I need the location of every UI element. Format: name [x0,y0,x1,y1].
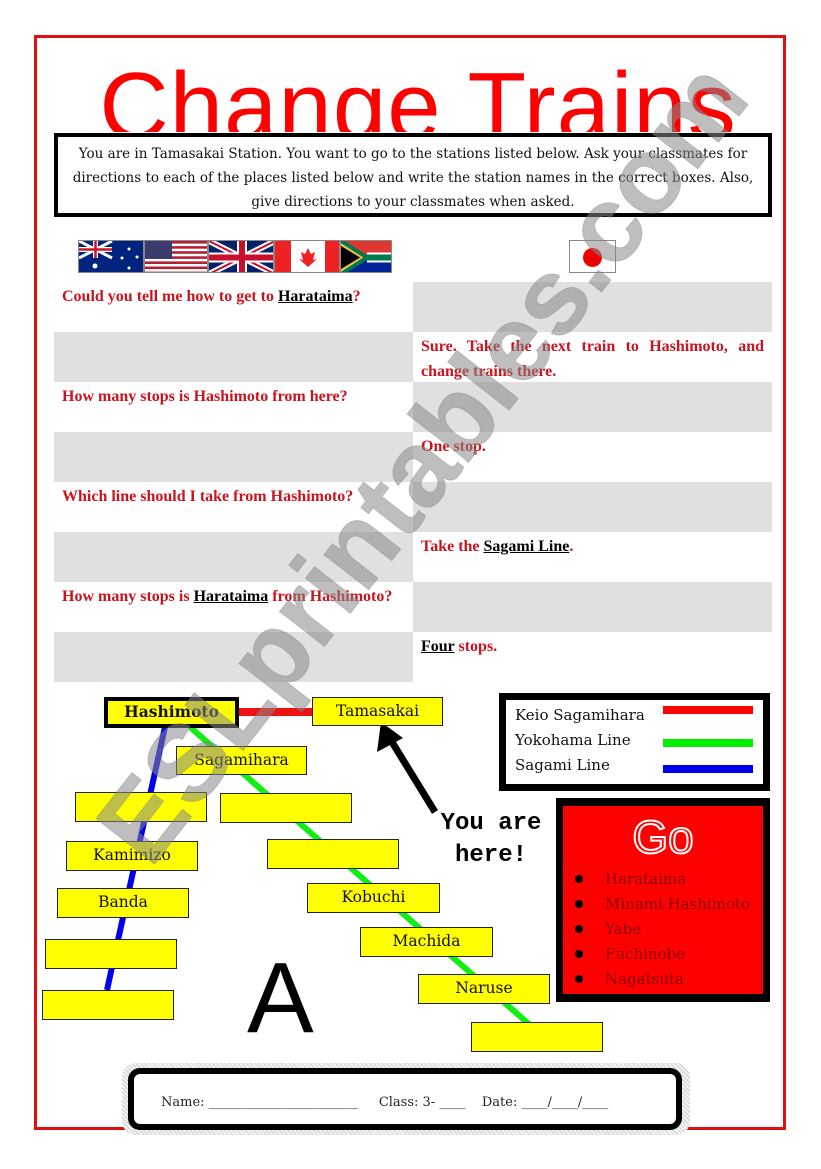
legend-label-keio: Keio Sagamihara [515,706,645,724]
destination-item: Harataima [575,866,750,891]
legend-swatch-keio [663,706,753,714]
destination-name: Nagatsuta [605,969,684,988]
destination-item: Fuchinobe [575,941,750,966]
station-blank-sagami-1[interactable] [75,792,207,822]
legend-label-yokohama: Yokohama Line [515,731,631,749]
station-blank-yokohama-3[interactable] [471,1022,603,1052]
go-destinations-box: Go Harataima Minami Hashimoto Yabe Fuchinob… [556,798,770,1002]
station-sagamihara: Sagamihara [176,746,307,775]
station-kamimizo: Kamimizo [66,841,198,871]
destination-name: Harataima [605,869,687,888]
legend-swatch-sagami [663,765,753,773]
bullet-icon [575,899,583,908]
legend-label-sagami: Sagami Line [515,756,610,774]
you-are-here-label: You are here! [440,810,542,869]
destination-item: Minami Hashimoto [575,891,750,916]
student-info-fields[interactable]: Name: _______________________ Class: 3- … [161,1095,608,1110]
destination-list: Harataima Minami Hashimoto Yabe Fuchinobe Na… [575,866,750,991]
station-blank-sagami-3[interactable] [42,990,174,1020]
bullet-icon [575,949,583,958]
station-tamasakai: Tamasakai [312,697,443,726]
student-info-bar: Name: _______________________ Class: 3- … [128,1068,682,1130]
destination-name: Yabe [605,919,642,938]
station-hashimoto: Hashimoto [104,697,239,728]
you-are-here-arrow [377,722,438,814]
destination-item: Yabe [575,916,750,941]
station-blank-yokohama-1[interactable] [220,793,352,823]
destination-name: Minami Hashimoto [605,894,751,913]
station-blank-yokohama-2[interactable] [267,839,399,869]
destination-item: Nagatsuta [575,966,750,991]
go-title: Go [631,811,694,863]
bullet-icon [575,974,583,983]
line-legend: Keio Sagamihara Yokohama Line Sagami Lin… [499,693,770,791]
worksheet-version-label: A [247,942,314,1054]
legend-swatch-yokohama [663,739,753,747]
station-blank-sagami-2[interactable] [45,939,177,969]
bullet-icon [575,924,583,933]
station-kobuchi: Kobuchi [307,883,440,913]
destination-name: Fuchinobe [605,944,686,963]
station-banda: Banda [57,888,189,918]
station-naruse: Naruse [418,974,550,1004]
bullet-icon [575,874,583,883]
station-machida: Machida [360,927,493,957]
